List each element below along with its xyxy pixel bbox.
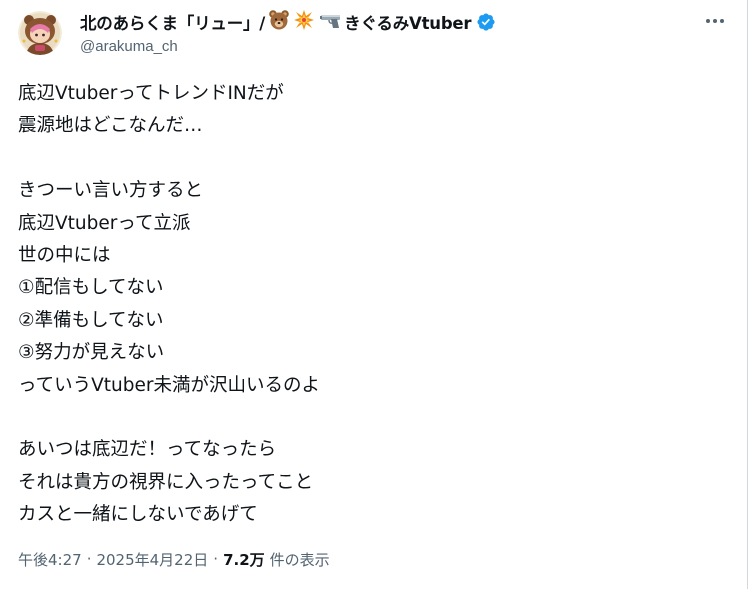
bear-face-icon xyxy=(268,9,290,35)
display-name-suffix[interactable]: きぐるみVtuber xyxy=(344,10,471,34)
tweet-date[interactable]: 2025年4月22日 xyxy=(96,549,208,570)
pistol-icon xyxy=(318,9,342,35)
more-options-button[interactable] xyxy=(698,8,732,34)
avatar[interactable] xyxy=(18,11,62,55)
tweet-metadata: 午後4:27 · 2025年4月22日 · 7.2万 件の表示 xyxy=(18,547,330,571)
display-name[interactable]: 北のあらくま「リュー」/ xyxy=(80,10,265,34)
verified-badge-icon[interactable] xyxy=(476,12,496,32)
author-name-row: 北のあらくま「リュー」/ きぐるみVtuber xyxy=(80,10,496,34)
views-label: 件の表示 xyxy=(269,550,330,569)
tweet-text: 底辺VtuberってトレンドINだが 震源地はどこなんだ… きつーい言い方すると… xyxy=(18,83,320,526)
separator: · xyxy=(213,550,219,568)
more-dots-icon xyxy=(706,19,724,23)
tweet-time[interactable]: 午後4:27 xyxy=(18,549,82,570)
author-handle[interactable]: @arakuma_ch xyxy=(80,38,178,55)
separator: · xyxy=(86,550,92,568)
tweet-card: 北のあらくま「リュー」/ きぐるみVtuber @arakuma_ch 底辺Vt… xyxy=(0,0,748,589)
views-count[interactable]: 7.2万 xyxy=(223,549,265,570)
collision-icon xyxy=(293,9,315,35)
